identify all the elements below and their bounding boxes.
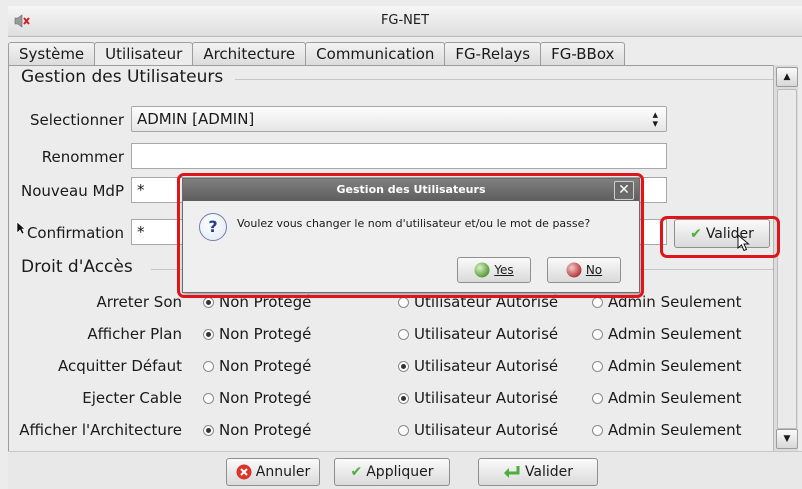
cancel-label: Annuler xyxy=(255,464,311,480)
checkmark-icon: ✔ xyxy=(350,464,363,480)
rename-label: Renommer xyxy=(41,148,124,166)
radio-button-icon[interactable] xyxy=(203,328,214,340)
validate-highlight xyxy=(660,216,780,258)
validate-label: Valider xyxy=(524,464,574,480)
radio-button-icon[interactable] xyxy=(592,360,603,372)
apply-label: Appliquer xyxy=(366,464,434,480)
new-password-label: Nouveau MdP xyxy=(21,182,124,200)
access-section-title: Droit d'Accès xyxy=(21,257,133,277)
access-row-label: Afficher l'Architecture xyxy=(19,421,182,439)
window-title: FG-NET xyxy=(380,13,430,28)
mouse-pointer-icon xyxy=(737,234,750,252)
radio-option-label: Non Protegé xyxy=(219,357,312,375)
radio-option[interactable]: Non Protegé xyxy=(203,357,311,375)
radio-button-icon[interactable] xyxy=(398,328,409,340)
radio-option[interactable]: Non Protegé xyxy=(203,325,311,343)
radio-option-label: Utilisateur Autorisé xyxy=(414,325,559,343)
vertical-scrollbar[interactable]: ▲ ▼ xyxy=(773,65,798,451)
radio-button-icon[interactable] xyxy=(203,424,214,436)
scroll-down-icon[interactable]: ▼ xyxy=(776,429,798,449)
user-select-value: ADMIN [ADMIN] xyxy=(137,110,255,128)
access-row: Ejecter Cable Non Protegé Utilisateur Auto… xyxy=(8,387,768,411)
select-label: Selectionner xyxy=(29,111,124,129)
radio-button-icon[interactable] xyxy=(398,392,409,404)
radio-button-icon[interactable] xyxy=(398,296,409,308)
confirm-password-label: Confirmation xyxy=(26,224,124,242)
scroll-up-icon[interactable]: ▲ xyxy=(776,67,798,87)
mouse-pointer-icon xyxy=(16,221,26,235)
tab-bar: Système Utilisateur Architecture Communi… xyxy=(8,42,626,67)
apply-button[interactable]: ✔ Appliquer xyxy=(334,458,450,486)
radio-button-icon[interactable] xyxy=(592,424,603,436)
radio-option-label: Non Protegé xyxy=(219,389,312,407)
radio-option-label: Admin Seulement xyxy=(608,325,742,343)
title-bar: FG-NET xyxy=(8,6,802,37)
radio-button-icon[interactable] xyxy=(592,328,603,340)
radio-option-label: Admin Seulement xyxy=(608,357,742,375)
radio-option-label: Admin Seulement xyxy=(608,421,742,439)
radio-option-label: Non Protegé xyxy=(219,325,312,343)
radio-option-label: Utilisateur Autorisé xyxy=(414,389,559,407)
radio-option[interactable]: Utilisateur Autorisé xyxy=(398,357,558,375)
user-select[interactable]: ADMIN [ADMIN] ▴ ▾ xyxy=(131,106,667,132)
bottom-button-bar: Annuler ✔ Appliquer Valider xyxy=(8,451,802,489)
radio-option[interactable]: Admin Seulement xyxy=(592,389,741,407)
cancel-icon xyxy=(236,464,252,480)
radio-option-label: Utilisateur Autorisé xyxy=(414,421,559,439)
access-row-label: Arreter Son xyxy=(96,293,182,311)
access-row-label: Ejecter Cable xyxy=(82,389,182,407)
radio-button-icon[interactable] xyxy=(592,392,603,404)
radio-option[interactable]: Non Protegé xyxy=(203,389,311,407)
validate-button[interactable]: Valider xyxy=(478,458,598,486)
enter-arrow-icon xyxy=(503,466,520,478)
radio-button-icon[interactable] xyxy=(592,296,603,308)
cancel-button[interactable]: Annuler xyxy=(226,458,320,486)
radio-option[interactable]: Admin Seulement xyxy=(592,325,741,343)
tab-utilisateur[interactable]: Utilisateur xyxy=(94,42,194,67)
tab-architecture[interactable]: Architecture xyxy=(192,42,307,65)
radio-option[interactable]: Non Protegé xyxy=(203,421,311,439)
radio-button-icon[interactable] xyxy=(398,424,409,436)
radio-button-icon[interactable] xyxy=(203,360,214,372)
rename-input[interactable] xyxy=(131,143,667,169)
updown-arrows-icon: ▴ ▾ xyxy=(652,108,658,130)
main-window: FG-NET Système Utilisateur Architecture … xyxy=(0,0,802,489)
radio-option-label: Admin Seulement xyxy=(608,389,742,407)
dialog-highlight xyxy=(177,173,644,298)
radio-option[interactable]: Utilisateur Autorisé xyxy=(398,421,558,439)
tab-communication[interactable]: Communication xyxy=(305,42,446,65)
scroll-thumb[interactable] xyxy=(777,89,797,429)
access-row: Acquitter Défaut Non Protegé Utilisateur A… xyxy=(8,355,768,379)
section-divider xyxy=(235,79,773,80)
radio-option[interactable]: Admin Seulement xyxy=(592,421,741,439)
access-row: Afficher Plan Non Protegé Utilisateur Auto… xyxy=(8,323,768,347)
radio-option[interactable]: Admin Seulement xyxy=(592,357,741,375)
radio-option[interactable]: Utilisateur Autorisé xyxy=(398,389,558,407)
radio-option-label: Non Protegé xyxy=(219,421,312,439)
access-row-label: Acquitter Défaut xyxy=(57,357,182,375)
access-row: Afficher l'Architecture Non Protegé Utilis… xyxy=(8,419,768,443)
tab-fg-relays[interactable]: FG-Relays xyxy=(444,42,542,65)
radio-button-icon[interactable] xyxy=(203,392,214,404)
users-section-title: Gestion des Utilisateurs xyxy=(21,67,224,87)
tab-fg-bbox[interactable]: FG-BBox xyxy=(540,42,626,65)
radio-option-label: Utilisateur Autorisé xyxy=(414,357,559,375)
radio-option[interactable]: Utilisateur Autorisé xyxy=(398,325,558,343)
access-row-label: Afficher Plan xyxy=(87,325,182,343)
radio-button-icon[interactable] xyxy=(398,360,409,372)
radio-button-icon[interactable] xyxy=(203,296,214,308)
tab-systeme[interactable]: Système xyxy=(8,42,96,65)
